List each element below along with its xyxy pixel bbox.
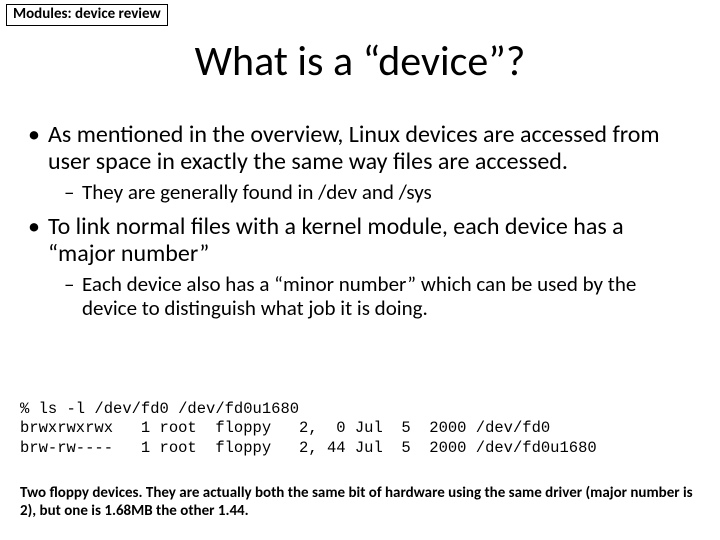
- slide-title: What is a “device”?: [0, 36, 720, 87]
- code-line-1: % ls -l /dev/fd0 /dev/fd0u1680: [20, 400, 299, 418]
- module-tag: Modules: device review: [6, 4, 168, 26]
- bullet-1a: They are generally found in /dev and /sy…: [64, 180, 692, 204]
- bullet-1: As mentioned in the overview, Linux devi…: [28, 122, 692, 176]
- bullet-2a: Each device also has a “minor number” wh…: [64, 272, 692, 320]
- code-line-2: brwxrwxrwx 1 root floppy 2, 0 Jul 5 2000…: [20, 419, 550, 437]
- slide-body: As mentioned in the overview, Linux devi…: [28, 112, 692, 324]
- code-line-3: brw-rw---- 1 root floppy 2, 44 Jul 5 200…: [20, 439, 597, 457]
- slide: Modules: device review What is a “device…: [0, 0, 720, 540]
- bullet-2: To link normal files with a kernel modul…: [28, 214, 692, 268]
- caption: Two floppy devices. They are actually bo…: [20, 484, 700, 520]
- code-block: % ls -l /dev/fd0 /dev/fd0u1680 brwxrwxrw…: [20, 400, 700, 458]
